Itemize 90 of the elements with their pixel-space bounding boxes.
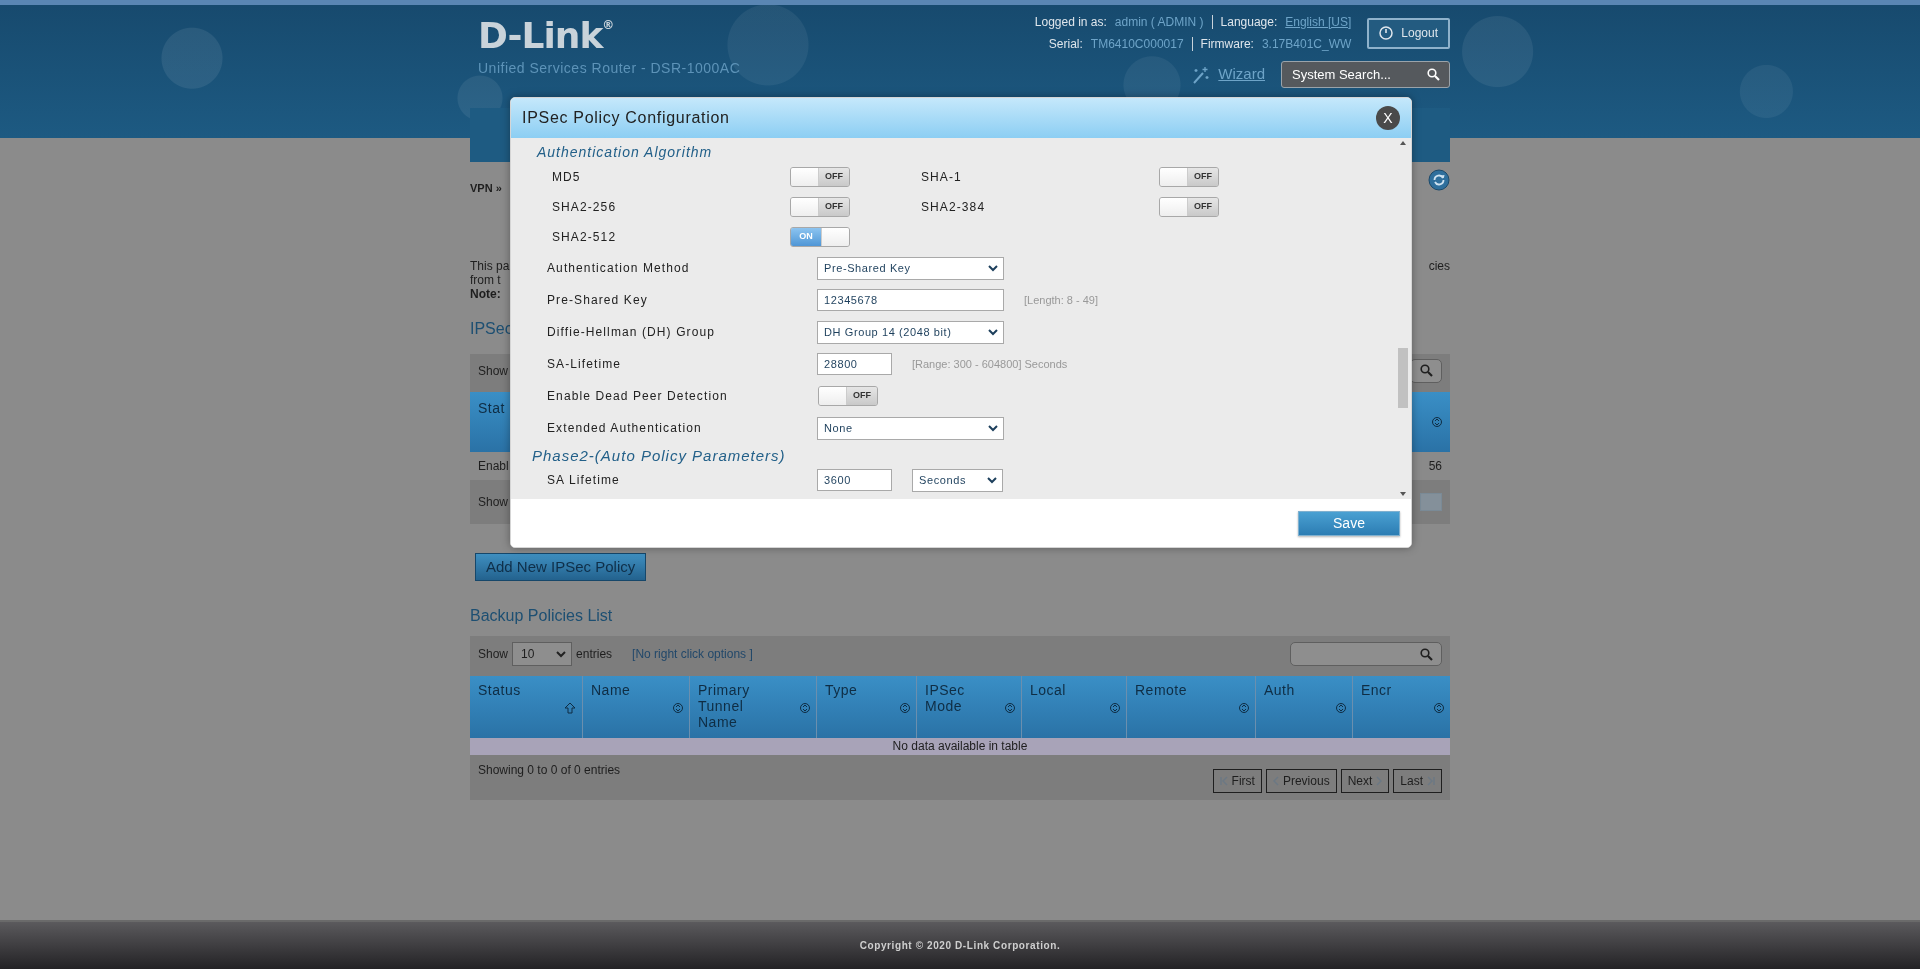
serial-number: TM6410C000017: [1090, 36, 1184, 53]
description-text: cies: [1428, 258, 1450, 275]
chevron-down-icon: [988, 424, 998, 432]
option-label: SHA2-384: [921, 199, 987, 216]
description-text: from t: [470, 272, 501, 287]
search-field[interactable]: [1410, 358, 1442, 383]
sort-icon: [1110, 702, 1120, 714]
toggle-switch[interactable]: OFF: [1159, 197, 1219, 217]
text-field[interactable]: 12345678: [817, 289, 1004, 311]
toggle-switch[interactable]: OFF: [790, 167, 850, 187]
section-title: Backup Policies List: [470, 606, 614, 626]
sort-up-icon: [564, 702, 576, 714]
search-icon: [1420, 364, 1433, 377]
field-label: Diffie-Hellman (DH) Group: [547, 324, 716, 341]
label: Firmware:: [1200, 36, 1254, 53]
breadcrumb: VPN »: [470, 181, 502, 196]
option-label: MD5: [552, 169, 582, 186]
option-label: SHA2-512: [552, 229, 618, 246]
label: Serial:: [1048, 36, 1083, 53]
dropdown[interactable]: None: [817, 416, 1004, 440]
empty-table-message: No data available in table: [470, 738, 1450, 755]
chevron-down-icon: [988, 264, 998, 272]
field-label: Extended Authentication: [547, 420, 703, 437]
column-header[interactable]: Encr: [1353, 676, 1450, 738]
sort-icon: [673, 702, 683, 714]
option-label: SHA-1: [921, 169, 963, 186]
add-policy-button[interactable]: Add New IPSec Policy: [475, 552, 647, 581]
table-cell: Enabl: [478, 458, 509, 473]
wizard-link[interactable]: Wizard: [1190, 63, 1265, 86]
search-icon: [1420, 647, 1433, 661]
table-summary: Showing 0 to 0 of 0 entries: [478, 763, 621, 779]
scrollbar-thumb[interactable]: [1398, 348, 1408, 408]
field-label: SA-Lifetime: [547, 356, 623, 373]
save-button[interactable]: Save: [1298, 510, 1400, 536]
table-cell: 56: [1428, 458, 1442, 473]
chevron-down-icon: [556, 650, 567, 658]
sort-icon: [800, 702, 810, 714]
section-heading: Phase2-(Auto Policy Parameters): [531, 446, 787, 466]
text-field[interactable]: 28800: [817, 353, 892, 375]
section-heading: Authentication Algorithm: [535, 143, 714, 162]
power-icon: [1379, 26, 1394, 40]
sort-icon: [1336, 702, 1346, 714]
sort-icon: [1005, 702, 1015, 714]
search-field[interactable]: [1290, 642, 1442, 666]
field-label: Pre-Shared Key: [547, 292, 649, 309]
logo: D-Link$^{®}$: [478, 18, 615, 54]
hint-text: [No right click options ]: [632, 647, 753, 661]
sort-icon: [900, 702, 910, 714]
firmware-version: 3.17B401C_WW: [1261, 36, 1352, 53]
field-label: Authentication Method: [547, 260, 691, 277]
toggle-switch[interactable]: OFF: [818, 386, 878, 406]
option-label: SHA2-256: [552, 199, 618, 216]
scrollbar[interactable]: [1395, 138, 1411, 499]
show-label: Show: [478, 363, 509, 378]
close-button[interactable]: X: [1376, 106, 1400, 130]
table-summary: Show: [478, 494, 509, 509]
wand-icon: [1190, 64, 1211, 85]
unit-dropdown[interactable]: Seconds: [912, 468, 1003, 492]
search-field[interactable]: System Search...: [1281, 61, 1450, 88]
dialog-title: IPSec Policy Configuration: [522, 108, 730, 128]
chevron-down-icon: [987, 476, 997, 484]
dropdown[interactable]: DH Group 14 (2048 bit): [817, 320, 1004, 344]
description-text: This pa: [470, 258, 510, 273]
toggle-switch[interactable]: OFF: [1159, 167, 1219, 187]
toggle-switch[interactable]: OFF: [790, 197, 850, 217]
copyright-text: Copyright © 2020 D-Link Corporation.: [859, 939, 1061, 953]
show-label: Show: [478, 647, 509, 661]
column-header[interactable]: Stat: [478, 397, 505, 452]
language-link[interactable]: English [US]: [1285, 13, 1352, 31]
hint-text: [Length: 8 - 49]: [1024, 292, 1098, 308]
page-size-select[interactable]: 10: [512, 642, 573, 666]
hint-text: [Range: 300 - 604800] Seconds: [912, 356, 1068, 372]
username: admin ( ADMIN ): [1114, 14, 1204, 31]
sort-icon: [1432, 415, 1442, 428]
logout-button[interactable]: Logout: [1367, 17, 1450, 49]
sort-icon: [1434, 702, 1444, 714]
sort-icon: [1239, 702, 1249, 714]
field-label: SA Lifetime: [547, 472, 621, 489]
toggle-switch[interactable]: ON: [790, 227, 850, 247]
search-icon: [1427, 68, 1440, 81]
field-label: Enable Dead Peer Detection: [547, 388, 729, 405]
label: Language:: [1220, 14, 1278, 31]
note-label: Note:: [470, 286, 502, 301]
entries-label: entries: [576, 647, 613, 661]
refresh-icon[interactable]: [1428, 169, 1450, 192]
label: Logged in as:: [1034, 14, 1107, 31]
chevron-down-icon: [988, 328, 998, 336]
dropdown[interactable]: Pre-Shared Key: [817, 256, 1004, 280]
text-field[interactable]: 3600: [817, 469, 892, 491]
product-subtitle: Unified Services Router - DSR-1000AC: [478, 59, 741, 78]
